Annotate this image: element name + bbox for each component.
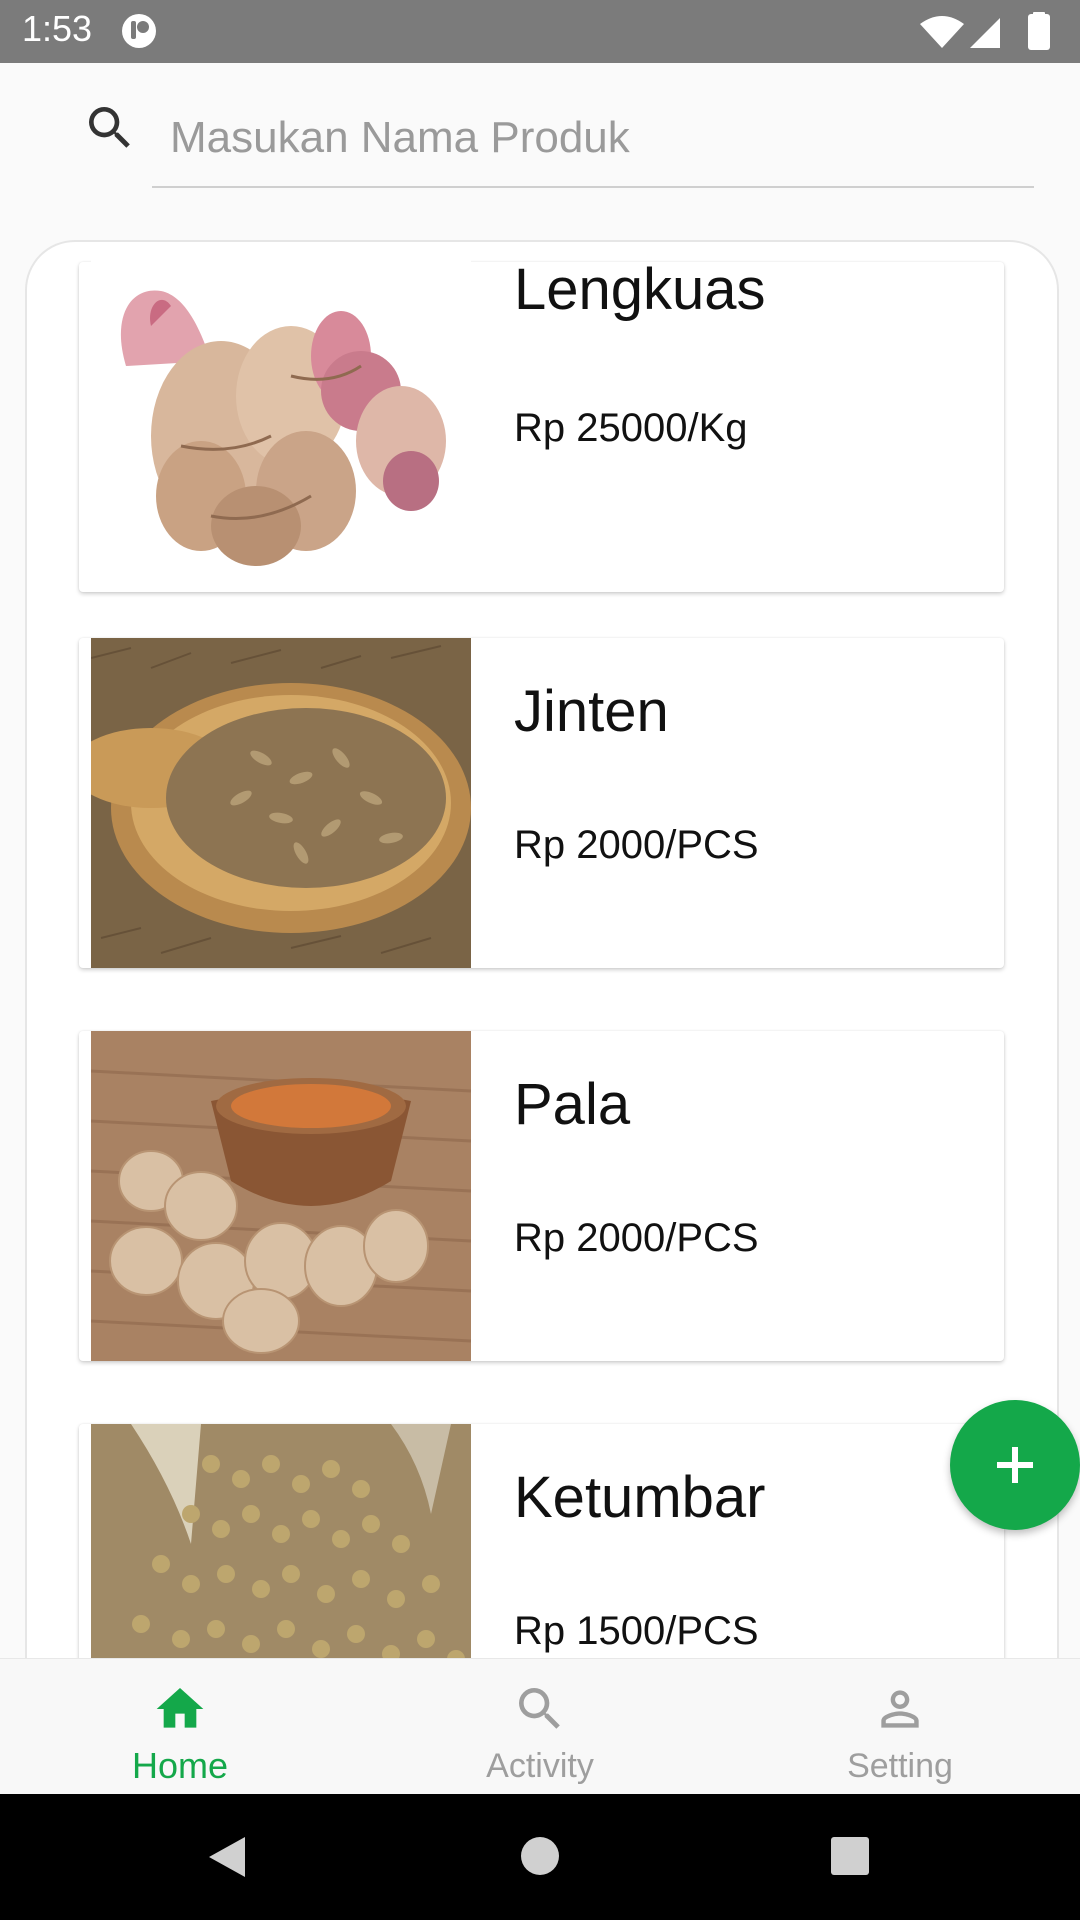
product-card[interactable]: Lengkuas Rp 25000/Kg	[79, 242, 1004, 592]
product-image-cumin	[91, 638, 471, 968]
product-name: Lengkuas	[514, 257, 766, 322]
nav-label-setting: Setting	[847, 1747, 953, 1785]
product-card[interactable]: Ketumbar Rp 1500/PCS	[79, 1424, 1004, 1662]
product-image-galangal	[91, 242, 471, 592]
product-price: Rp 25000/Kg	[514, 406, 748, 450]
status-icons	[920, 12, 1050, 50]
search-icon	[519, 1688, 560, 1729]
person-icon	[881, 1690, 919, 1728]
search-input[interactable]	[150, 93, 1030, 183]
wifi-icon	[920, 16, 964, 48]
product-price: Rp 1500/PCS	[514, 1609, 759, 1653]
product-image-nutmeg	[91, 1031, 471, 1361]
product-card[interactable]: Jinten Rp 2000/PCS	[79, 638, 1004, 968]
home-button-icon[interactable]	[520, 1836, 560, 1876]
search-underline	[152, 186, 1034, 188]
product-price: Rp 2000/PCS	[514, 1216, 759, 1260]
nav-item-home[interactable]: Home	[0, 1659, 360, 1795]
system-navigation-bar	[0, 1794, 1080, 1920]
product-card[interactable]: Pala Rp 2000/PCS	[79, 1031, 1004, 1361]
nav-item-setting[interactable]: Setting	[720, 1659, 1080, 1795]
add-product-button[interactable]	[950, 1400, 1080, 1530]
battery-icon	[1028, 14, 1050, 50]
nav-item-activity[interactable]: Activity	[360, 1659, 720, 1795]
search-bar	[0, 63, 1080, 213]
status-time: 1:53	[22, 8, 93, 49]
status-bar: 1:53	[0, 0, 1080, 63]
back-icon[interactable]	[205, 1835, 249, 1879]
signal-icon	[970, 18, 1000, 48]
app-notification-icon	[122, 14, 156, 48]
search-icon	[89, 107, 130, 148]
product-list[interactable]: Lengkuas Rp 25000/Kg Jinten Rp 2000/PCS …	[25, 240, 1059, 1662]
bottom-navigation: Home Activity Setting	[0, 1658, 1080, 1795]
home-icon	[156, 1688, 204, 1728]
product-name: Pala	[514, 1072, 631, 1137]
product-price: Rp 2000/PCS	[514, 823, 759, 867]
nav-label-activity: Activity	[486, 1747, 594, 1785]
recents-icon[interactable]	[830, 1836, 870, 1876]
plus-icon	[997, 1447, 1033, 1483]
product-name: Jinten	[514, 679, 669, 744]
product-image-coriander	[91, 1424, 471, 1662]
product-name: Ketumbar	[514, 1465, 766, 1530]
nav-label-home: Home	[131, 1745, 229, 1786]
